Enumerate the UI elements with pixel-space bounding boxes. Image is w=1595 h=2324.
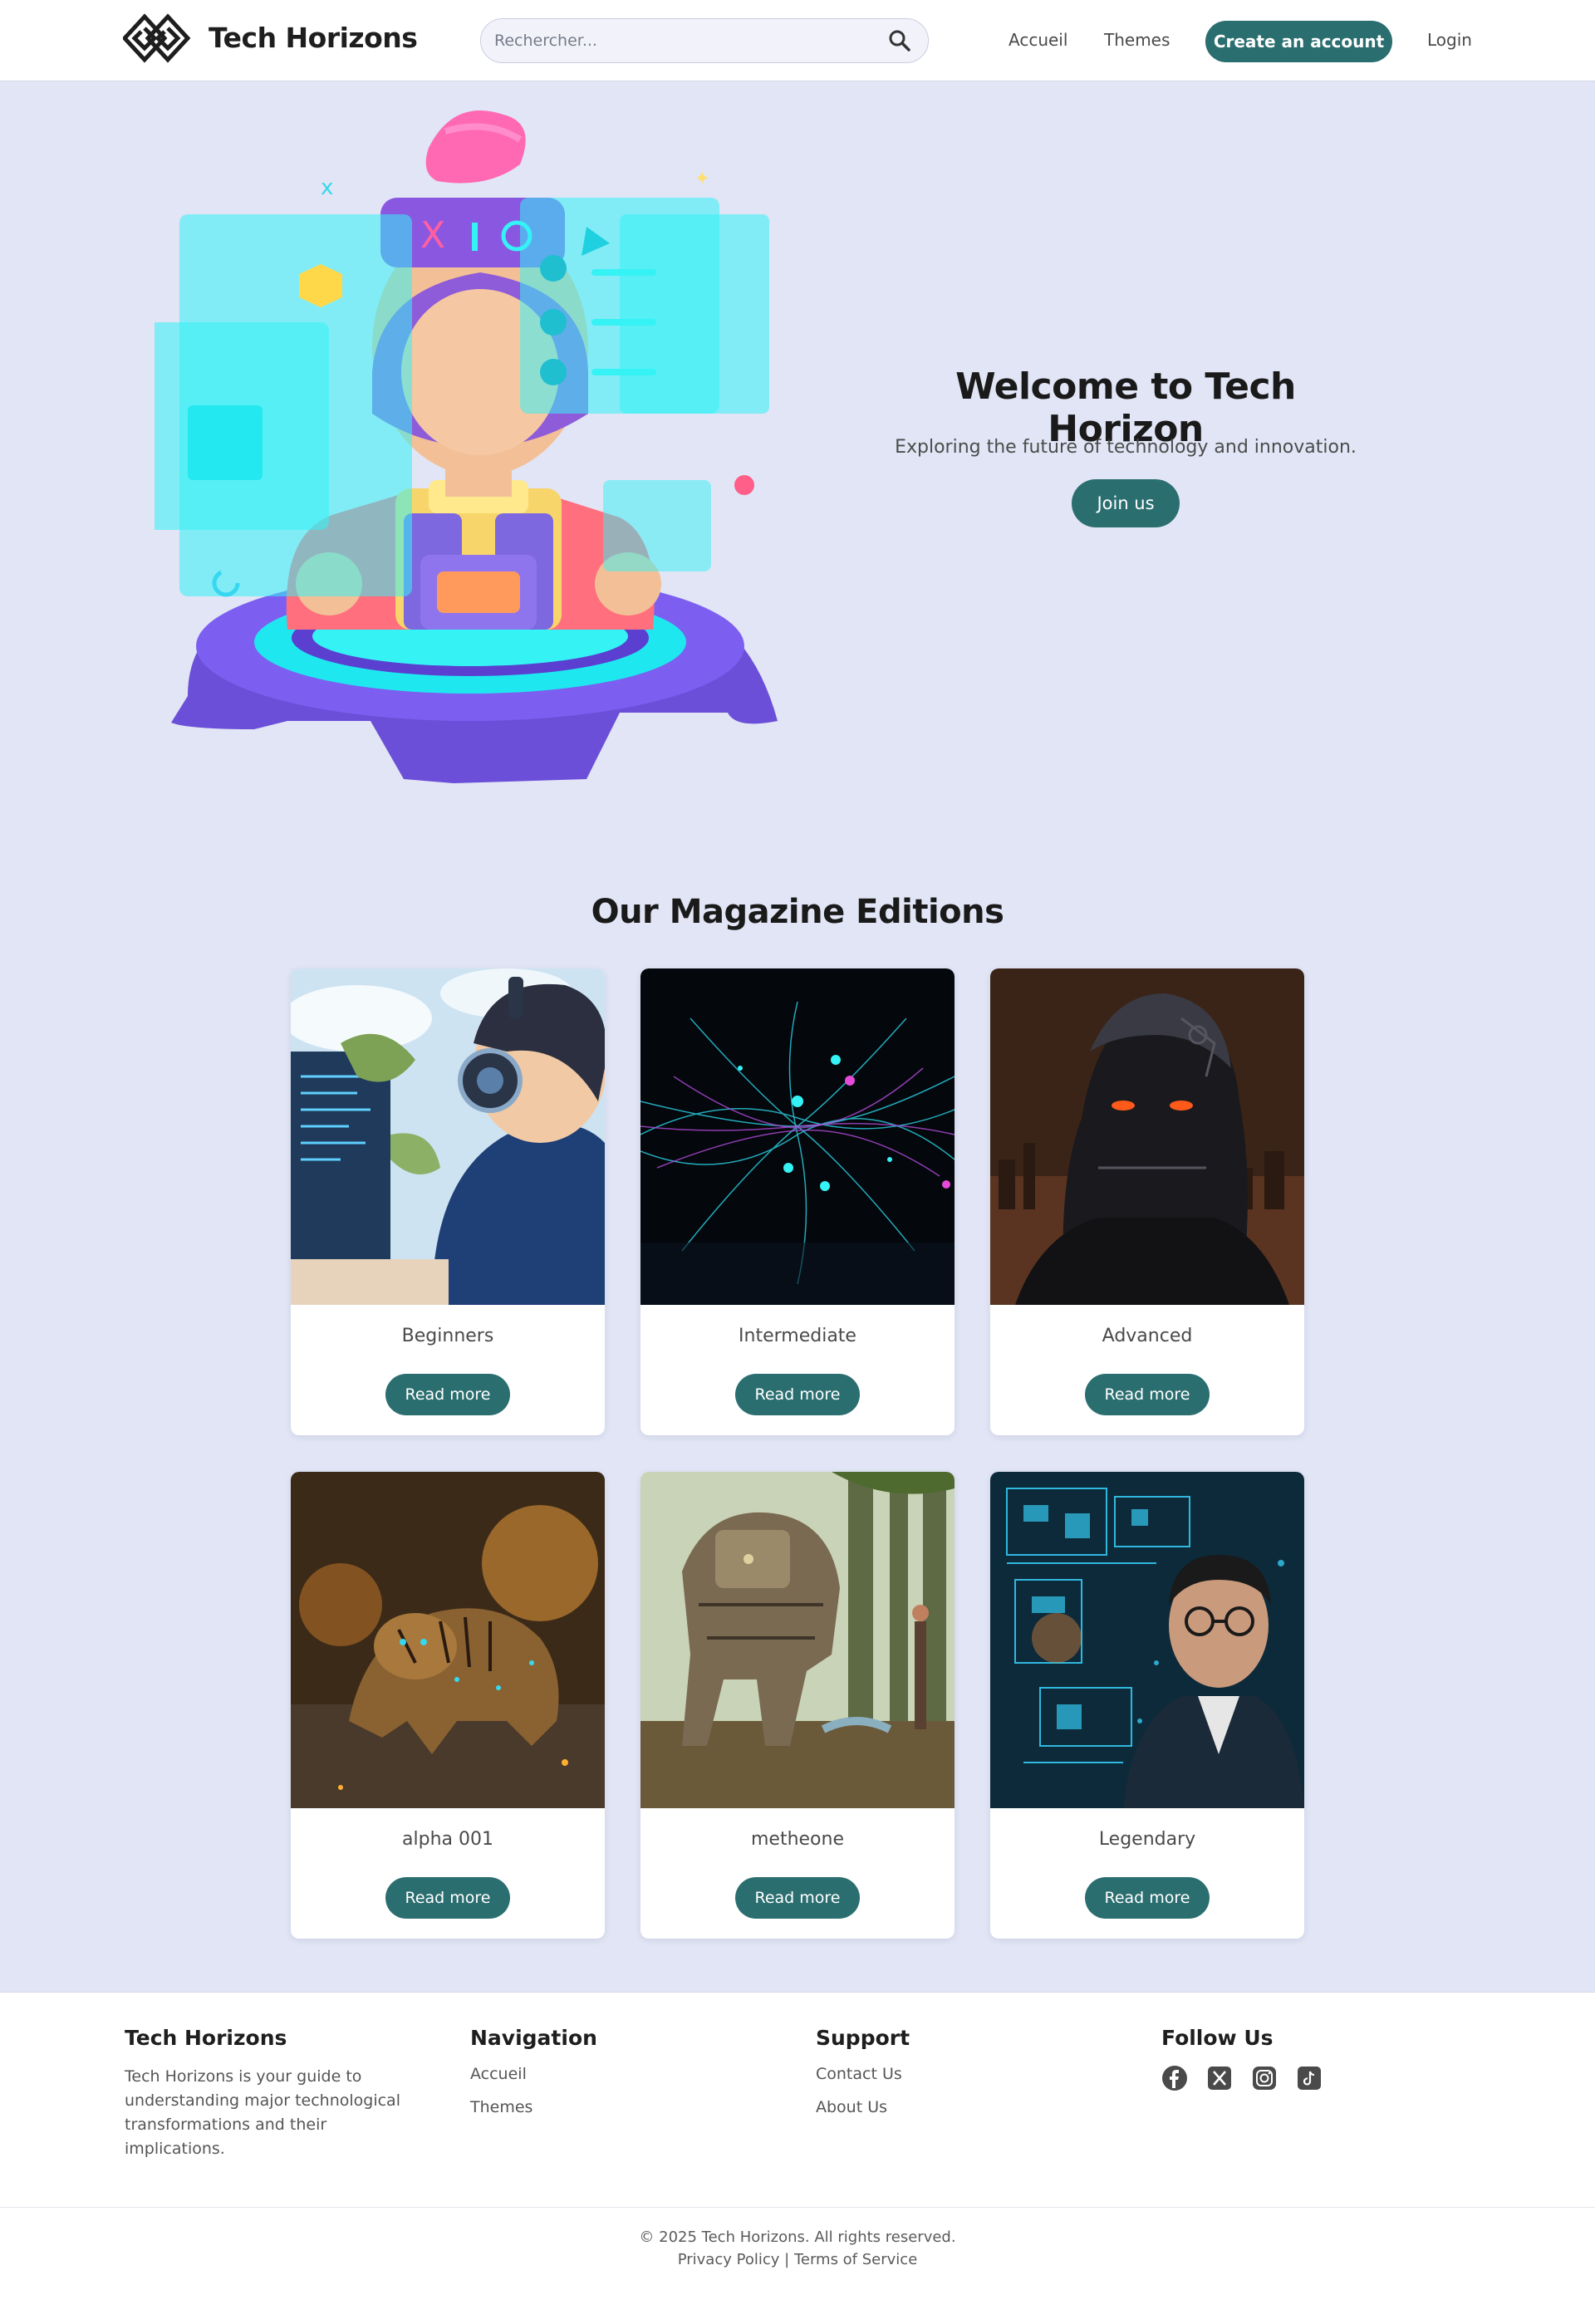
- legal-separator: |: [784, 2251, 790, 2268]
- magazine-title: Beginners: [401, 1326, 494, 1346]
- footer-link-contact[interactable]: Contact Us: [816, 2065, 910, 2083]
- read-more-button[interactable]: Read more: [1085, 1877, 1210, 1919]
- nav-home-link[interactable]: Accueil: [1009, 30, 1067, 50]
- magazine-card-intermediate[interactable]: Intermediate Read more: [640, 968, 955, 1435]
- footer-follow-title: Follow Us: [1161, 2026, 1274, 2050]
- svg-text:X: X: [420, 214, 445, 257]
- footer-about-description: Tech Horizons is your guide to understan…: [125, 2067, 400, 2158]
- footer-navigation: Navigation Accueil Themes: [470, 2026, 597, 2131]
- footer-follow: Follow Us: [1161, 2026, 1323, 2091]
- magazine-title: Intermediate: [739, 1326, 856, 1346]
- footer-link-about[interactable]: About Us: [816, 2098, 910, 2116]
- magazine-cover-image[interactable]: [640, 968, 955, 1305]
- search-icon[interactable]: [888, 29, 911, 52]
- read-more-button[interactable]: Read more: [385, 1877, 510, 1919]
- legal-links: Privacy Policy | Terms of Service: [0, 2251, 1595, 2268]
- create-account-button[interactable]: Create an account: [1205, 21, 1392, 62]
- footer-support: Support Contact Us About Us: [816, 2026, 910, 2131]
- svg-text:x: x: [321, 175, 333, 200]
- magazine-cover-image[interactable]: [640, 1472, 955, 1808]
- magazine-title: Advanced: [1102, 1326, 1193, 1346]
- magazine-title: metheone: [750, 1829, 844, 1850]
- magazines-title: Our Magazine Editions: [591, 893, 1004, 931]
- footer-link-home[interactable]: Accueil: [470, 2065, 597, 2083]
- search-input[interactable]: [481, 19, 880, 61]
- magazine-cover-image[interactable]: [990, 1472, 1304, 1808]
- read-more-button[interactable]: Read more: [735, 1374, 860, 1415]
- footer-navigation-title: Navigation: [470, 2026, 597, 2050]
- magazine-card-legendary[interactable]: Legendary Read more: [990, 1472, 1304, 1939]
- x-icon[interactable]: [1206, 2065, 1233, 2091]
- site-header: Tech Horizons Accueil Themes Create an a…: [0, 0, 1595, 81]
- magazine-title: alpha 001: [402, 1829, 493, 1850]
- svg-text:✦: ✦: [694, 169, 709, 189]
- magazine-card-beginners[interactable]: Beginners Read more: [291, 968, 605, 1435]
- magazine-card-metheone[interactable]: metheone Read more: [640, 1472, 955, 1939]
- magazine-cover-image[interactable]: [990, 968, 1304, 1305]
- logo-icon[interactable]: [123, 13, 191, 63]
- facebook-icon[interactable]: [1161, 2065, 1188, 2091]
- magazine-card-advanced[interactable]: Advanced Read more: [990, 968, 1304, 1435]
- read-more-button[interactable]: Read more: [1085, 1374, 1210, 1415]
- footer-about-title: Tech Horizons: [125, 2026, 287, 2050]
- join-us-button[interactable]: Join us: [1072, 479, 1180, 527]
- privacy-policy-link[interactable]: Privacy Policy: [678, 2251, 780, 2268]
- nav-login-link[interactable]: Login: [1427, 30, 1472, 50]
- search-bar: [480, 18, 929, 63]
- instagram-icon[interactable]: [1251, 2065, 1278, 2091]
- footer-support-title: Support: [816, 2026, 910, 2050]
- read-more-button[interactable]: Read more: [385, 1374, 510, 1415]
- terms-of-service-link[interactable]: Terms of Service: [794, 2251, 917, 2268]
- social-links: [1161, 2065, 1323, 2091]
- read-more-button[interactable]: Read more: [735, 1877, 860, 1919]
- magazine-cover-image[interactable]: [291, 1472, 605, 1808]
- brand-name[interactable]: Tech Horizons: [209, 22, 418, 54]
- footer-link-themes[interactable]: Themes: [470, 2098, 597, 2116]
- hero-illustration: X x ✦: [155, 110, 778, 783]
- magazine-cover-image[interactable]: [291, 968, 605, 1305]
- copyright: © 2025 Tech Horizons. All rights reserve…: [639, 2228, 956, 2246]
- nav-themes-link[interactable]: Themes: [1104, 30, 1170, 50]
- magazine-card-alpha-001[interactable]: alpha 001 Read more: [291, 1472, 605, 1939]
- tiktok-icon[interactable]: [1296, 2065, 1323, 2091]
- footer-divider: [0, 2207, 1595, 2208]
- magazine-title: Legendary: [1098, 1829, 1196, 1850]
- site-footer: Tech Horizons Tech Horizons is your guid…: [0, 1992, 1595, 2324]
- footer-about: Tech Horizons Tech Horizons is your guid…: [125, 2026, 424, 2161]
- hero-subtitle: Exploring the future of technology and i…: [895, 437, 1357, 458]
